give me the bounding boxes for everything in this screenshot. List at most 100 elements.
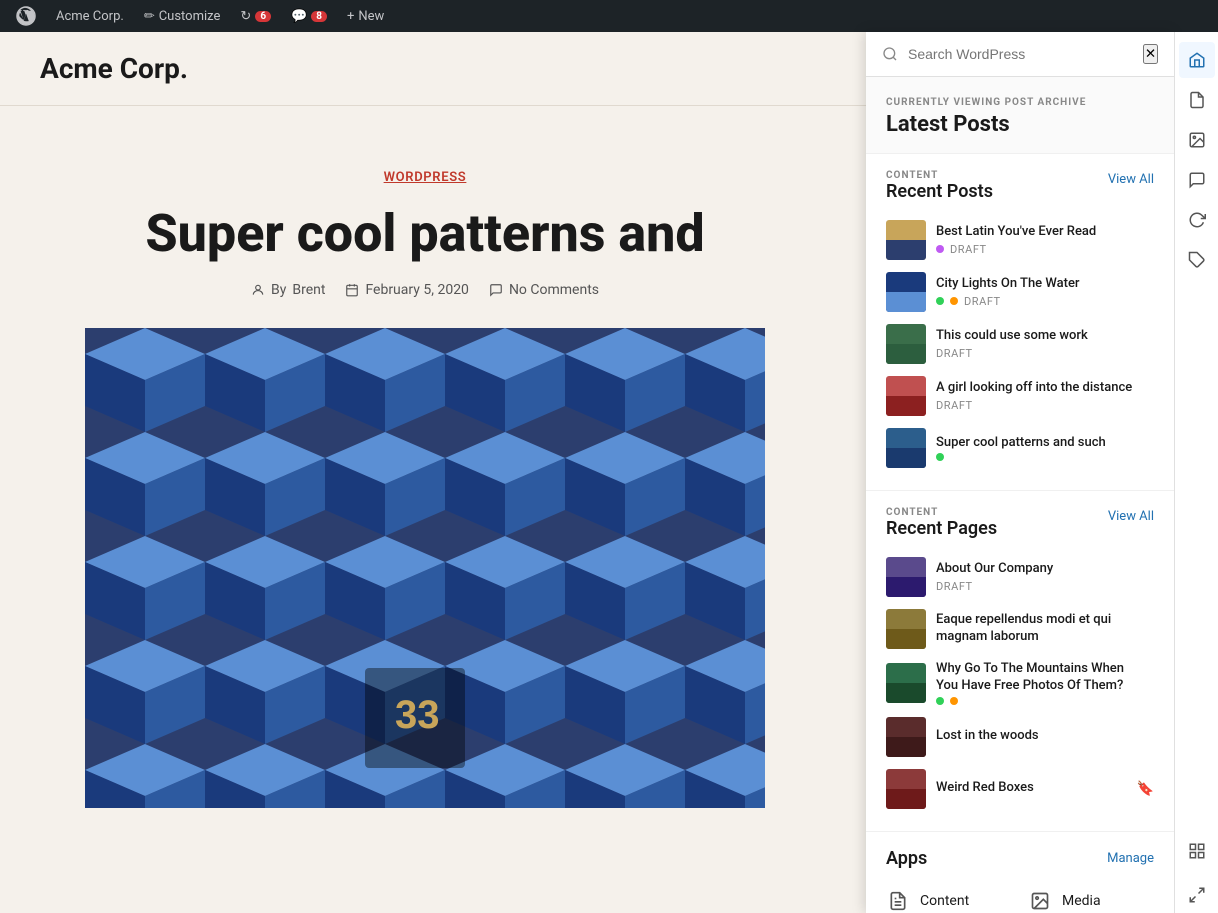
post-list-item[interactable]: A girl looking off into the distanceDRAF… (886, 370, 1154, 422)
post-item-status-row: DRAFT (936, 295, 1154, 308)
post-item-info: Best Latin You've Ever ReadDRAFT (936, 224, 1154, 256)
customize-btn[interactable]: ✏ Customize (136, 0, 229, 32)
app-item-content[interactable]: Content (886, 883, 1012, 913)
side-nav-resize[interactable] (1179, 877, 1215, 913)
side-nav-media[interactable] (1179, 122, 1215, 158)
recent-pages-heading: Recent Pages (886, 518, 997, 539)
side-nav-documents[interactable] (1179, 82, 1215, 118)
site-name-bar[interactable]: Acme Corp. (48, 0, 132, 32)
page-item-title: Eaque repellendus modi et qui magnam lab… (936, 612, 1144, 646)
status-dot (936, 245, 944, 253)
page-item-info: Lost in the woods (936, 728, 1144, 745)
post-comments: No Comments (489, 282, 599, 298)
new-btn[interactable]: + New (339, 0, 392, 32)
post-thumbnail (886, 428, 926, 468)
page-item-title: Lost in the woods (936, 728, 1144, 745)
comments-btn[interactable]: 💬 8 (283, 0, 335, 32)
post-meta: By Brent February 5, 2020 No Comments (40, 282, 810, 298)
post-thumbnail (886, 324, 926, 364)
apps-section: Apps Manage ContentMediaCommentsUpdatesL… (866, 832, 1174, 913)
post-item-info: This could use some workDRAFT (936, 328, 1154, 360)
page-item-title: Why Go To The Mountains When You Have Fr… (936, 661, 1144, 695)
svg-text:33: 33 (395, 693, 440, 737)
recent-posts-view-all[interactable]: View All (1108, 172, 1154, 187)
panel: ✕ CURRENTLY VIEWING POST ARCHIVE Latest … (866, 32, 1174, 913)
recent-posts-section: CONTENT Recent Posts View All Best Latin… (866, 154, 1174, 491)
side-nav-home[interactable] (1179, 42, 1215, 78)
post-list-item[interactable]: City Lights On The Water DRAFT (886, 266, 1154, 318)
post-item-title: City Lights On The Water (936, 276, 1154, 293)
apps-header: Apps Manage (886, 848, 1154, 869)
page-thumbnail (886, 663, 926, 703)
currently-viewing-eyebrow: CURRENTLY VIEWING POST ARCHIVE (886, 97, 1154, 108)
panel-search-bar: ✕ (866, 32, 1174, 77)
post-thumbnail (886, 272, 926, 312)
app-item-label: Content (920, 893, 969, 909)
site-content: WORDPRESS Super cool patterns and By Bre… (0, 106, 850, 848)
page-dots-row (936, 697, 1144, 705)
page-status-row: DRAFT (936, 580, 1144, 593)
page-item-info: Eaque repellendus modi et qui magnam lab… (936, 612, 1144, 646)
post-category: WORDPRESS (40, 166, 810, 185)
media-app-icon (1028, 889, 1052, 913)
post-item-info: Super cool patterns and such (936, 435, 1154, 462)
wp-logo[interactable] (8, 0, 44, 32)
side-nav-apps[interactable] (1179, 833, 1215, 869)
side-nav-comments[interactable] (1179, 162, 1215, 198)
post-item-info: A girl looking off into the distanceDRAF… (936, 380, 1154, 412)
page-list-item[interactable]: Lost in the woods (886, 711, 1154, 763)
page-item-info: Weird Red Boxes (936, 780, 1127, 797)
recent-posts-label-group: CONTENT Recent Posts (886, 170, 993, 202)
side-nav (1174, 32, 1218, 913)
post-thumbnail (886, 376, 926, 416)
post-item-status-text: DRAFT (936, 347, 973, 360)
apps-title: Apps (886, 848, 927, 869)
page-thumbnail (886, 769, 926, 809)
page-item-actions: 🔖 (1137, 781, 1154, 797)
post-item-status-row (936, 453, 1154, 461)
recent-pages-view-all[interactable]: View All (1108, 509, 1154, 524)
page-item-info: About Our Company DRAFT (936, 561, 1144, 593)
admin-bar: Acme Corp. ✏ Customize ↻ 6 💬 8 + New (0, 0, 1218, 32)
apps-manage-link[interactable]: Manage (1107, 851, 1154, 866)
recent-pages-label-group: CONTENT Recent Pages (886, 507, 997, 539)
updates-btn[interactable]: ↻ 6 (232, 0, 279, 32)
currently-viewing-title: Latest Posts (886, 112, 1154, 137)
post-thumbnail (886, 220, 926, 260)
app-item-media[interactable]: Media (1028, 883, 1154, 913)
post-featured-image: 33 (85, 328, 765, 808)
category-link[interactable]: WORDPRESS (384, 170, 467, 185)
page-list-item[interactable]: Why Go To The Mountains When You Have Fr… (886, 655, 1154, 711)
post-title: Super cool patterns and (40, 205, 810, 262)
page-list-item[interactable]: About Our Company DRAFT (886, 551, 1154, 603)
recent-pages-list: About Our Company DRAFT Eaque repellendus … (886, 551, 1154, 815)
status-dot (936, 697, 944, 705)
post-list-item[interactable]: This could use some workDRAFT (886, 318, 1154, 370)
post-author: By Brent (251, 282, 325, 298)
status-dot (936, 453, 944, 461)
recent-pages-eyebrow: CONTENT (886, 507, 997, 518)
post-date: February 5, 2020 (345, 282, 469, 298)
content-app-icon (886, 889, 910, 913)
page-thumbnail (886, 557, 926, 597)
post-item-status-text: DRAFT (964, 295, 1001, 308)
recent-posts-eyebrow: CONTENT (886, 170, 993, 181)
side-nav-updates[interactable] (1179, 202, 1215, 238)
page-item-title: About Our Company (936, 561, 1144, 578)
page-item-info: Why Go To The Mountains When You Have Fr… (936, 661, 1144, 705)
status-dot-2 (950, 697, 958, 705)
post-list-item[interactable]: Best Latin You've Ever ReadDRAFT (886, 214, 1154, 266)
side-nav-tags[interactable] (1179, 242, 1215, 278)
apps-grid: ContentMediaCommentsUpdatesLabels (886, 883, 1154, 913)
bookmark-icon[interactable]: 🔖 (1137, 781, 1154, 797)
close-panel-button[interactable]: ✕ (1143, 44, 1158, 64)
post-list-item[interactable]: Super cool patterns and such (886, 422, 1154, 474)
search-input[interactable] (908, 46, 1133, 62)
page-list-item[interactable]: Weird Red Boxes 🔖 (886, 763, 1154, 815)
post-item-title: Super cool patterns and such (936, 435, 1154, 452)
recent-pages-header: CONTENT Recent Pages View All (886, 507, 1154, 539)
page-list-item[interactable]: Eaque repellendus modi et qui magnam lab… (886, 603, 1154, 655)
status-dot-2 (950, 297, 958, 305)
post-item-status-row: DRAFT (936, 243, 1154, 256)
page-thumbnail (886, 609, 926, 649)
